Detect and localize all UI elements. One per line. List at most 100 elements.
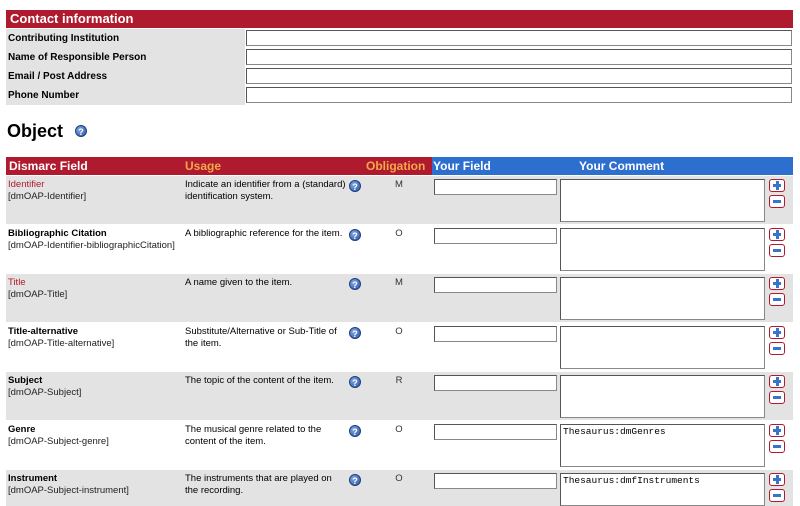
contact-label: Contributing Institution xyxy=(6,29,245,48)
remove-button[interactable] xyxy=(769,244,785,257)
field-name: Bibliographic Citation xyxy=(8,228,107,239)
field-code: [dmOAP-Identifier] xyxy=(8,191,87,202)
contact-label: Phone Number xyxy=(6,86,245,105)
obligation-value: M xyxy=(395,179,403,190)
email-address-input[interactable] xyxy=(246,68,792,84)
minus-icon xyxy=(772,393,782,402)
table-row-title: Title [dmOAP-Title] A name given to the … xyxy=(6,274,793,322)
field-cell: Subject [dmOAP-Subject] xyxy=(8,375,184,399)
your-field-input[interactable] xyxy=(434,179,557,195)
your-field-input[interactable] xyxy=(434,375,557,391)
your-field-input[interactable] xyxy=(434,326,557,342)
minus-icon xyxy=(772,246,782,255)
add-button[interactable] xyxy=(769,424,785,437)
your-comment-textarea[interactable]: Thesaurus:dmfInstruments xyxy=(560,473,765,506)
field-code: [dmOAP-Identifier-bibliographicCitation] xyxy=(8,240,175,251)
contact-row-email: Email / Post Address xyxy=(6,67,793,86)
add-button[interactable] xyxy=(769,228,785,241)
table-row-identifier: Identifier [dmOAP-Identifier] Indicate a… xyxy=(6,176,793,224)
help-icon[interactable]: ? xyxy=(349,474,361,486)
your-field-input[interactable] xyxy=(434,228,557,244)
your-field-input[interactable] xyxy=(434,473,557,489)
contact-label: Email / Post Address xyxy=(6,67,245,86)
field-name: Title-alternative xyxy=(8,326,79,337)
add-button[interactable] xyxy=(769,375,785,388)
remove-button[interactable] xyxy=(769,391,785,404)
table-header: Dismarc Field Usage Obligation Your Fiel… xyxy=(6,157,793,175)
table-row-bibliographic-citation: Bibliographic Citation [dmOAP-Identifier… xyxy=(6,225,793,273)
your-comment-textarea[interactable] xyxy=(560,326,765,369)
table-row-title-alternative: Title-alternative [dmOAP-Title-alternati… xyxy=(6,323,793,371)
your-comment-textarea[interactable] xyxy=(560,375,765,418)
column-header-obligation: Obligation xyxy=(366,159,426,173)
usage-text: The instruments that are played on the r… xyxy=(185,473,332,496)
plus-icon xyxy=(772,279,782,288)
remove-button[interactable] xyxy=(769,293,785,306)
remove-button[interactable] xyxy=(769,440,785,453)
field-cell: Title [dmOAP-Title] xyxy=(8,277,184,301)
field-code: [dmOAP-Subject] xyxy=(8,387,82,398)
your-comment-textarea[interactable] xyxy=(560,179,765,222)
field-name: Title xyxy=(8,277,26,288)
minus-icon xyxy=(772,295,782,304)
usage-text: The topic of the content of the item. xyxy=(185,375,334,386)
remove-button[interactable] xyxy=(769,342,785,355)
help-icon[interactable]: ? xyxy=(349,229,361,241)
field-cell: Title-alternative [dmOAP-Title-alternati… xyxy=(8,326,184,350)
remove-button[interactable] xyxy=(769,195,785,208)
obligation-value: O xyxy=(395,424,403,435)
field-cell: Identifier [dmOAP-Identifier] xyxy=(8,179,184,203)
plus-icon xyxy=(772,377,782,386)
help-icon[interactable]: ? xyxy=(349,278,361,290)
table-row-subject: Subject [dmOAP-Subject] The topic of the… xyxy=(6,372,793,420)
responsible-person-input[interactable] xyxy=(246,49,792,65)
minus-icon xyxy=(772,344,782,353)
table-row-instrument: Instrument [dmOAP-Subject-instrument] Th… xyxy=(6,470,793,506)
usage-text: A bibliographic reference for the item. xyxy=(185,228,343,239)
contact-row-responsible-person: Name of Responsible Person xyxy=(6,48,793,67)
obligation-value: R xyxy=(395,375,403,386)
your-comment-textarea[interactable] xyxy=(560,277,765,320)
add-button[interactable] xyxy=(769,473,785,486)
add-button[interactable] xyxy=(769,277,785,290)
usage-text: The musical genre related to the content… xyxy=(185,424,322,447)
field-code: [dmOAP-Subject-instrument] xyxy=(8,485,129,496)
contact-label: Name of Responsible Person xyxy=(6,48,245,67)
contact-row-phone: Phone Number xyxy=(6,86,793,105)
usage-text: A name given to the item. xyxy=(185,277,293,288)
your-field-input[interactable] xyxy=(434,424,557,440)
contributing-institution-input[interactable] xyxy=(246,30,792,46)
contact-row-institution: Contributing Institution xyxy=(6,29,793,48)
plus-icon xyxy=(772,230,782,239)
add-button[interactable] xyxy=(769,326,785,339)
help-icon[interactable]: ? xyxy=(349,376,361,388)
usage-text: Substitute/Alternative or Sub-Title of t… xyxy=(185,326,337,349)
obligation-value: M xyxy=(395,277,403,288)
obligation-value: O xyxy=(395,228,403,239)
your-comment-textarea[interactable] xyxy=(560,228,765,271)
field-code: [dmOAP-Title] xyxy=(8,289,68,300)
help-icon[interactable]: ? xyxy=(349,180,361,192)
minus-icon xyxy=(772,197,782,206)
help-icon[interactable]: ? xyxy=(75,125,87,137)
your-field-input[interactable] xyxy=(434,277,557,293)
your-comment-textarea[interactable]: Thesaurus:dmGenres xyxy=(560,424,765,467)
field-code: [dmOAP-Title-alternative] xyxy=(8,338,115,349)
minus-icon xyxy=(772,491,782,500)
help-icon[interactable]: ? xyxy=(349,327,361,339)
object-section-title: Object xyxy=(7,121,64,141)
field-name: Genre xyxy=(8,424,36,435)
field-cell: Bibliographic Citation [dmOAP-Identifier… xyxy=(8,228,184,252)
field-cell: Genre [dmOAP-Subject-genre] xyxy=(8,424,184,448)
plus-icon xyxy=(772,426,782,435)
obligation-value: O xyxy=(395,326,403,337)
table-row-genre: Genre [dmOAP-Subject-genre] The musical … xyxy=(6,421,793,469)
field-code: [dmOAP-Subject-genre] xyxy=(8,436,109,447)
remove-button[interactable] xyxy=(769,489,785,502)
add-button[interactable] xyxy=(769,179,785,192)
phone-number-input[interactable] xyxy=(246,87,792,103)
field-name: Instrument xyxy=(8,473,58,484)
column-header-usage: Usage xyxy=(185,159,222,173)
field-cell: Instrument [dmOAP-Subject-instrument] xyxy=(8,473,184,497)
help-icon[interactable]: ? xyxy=(349,425,361,437)
